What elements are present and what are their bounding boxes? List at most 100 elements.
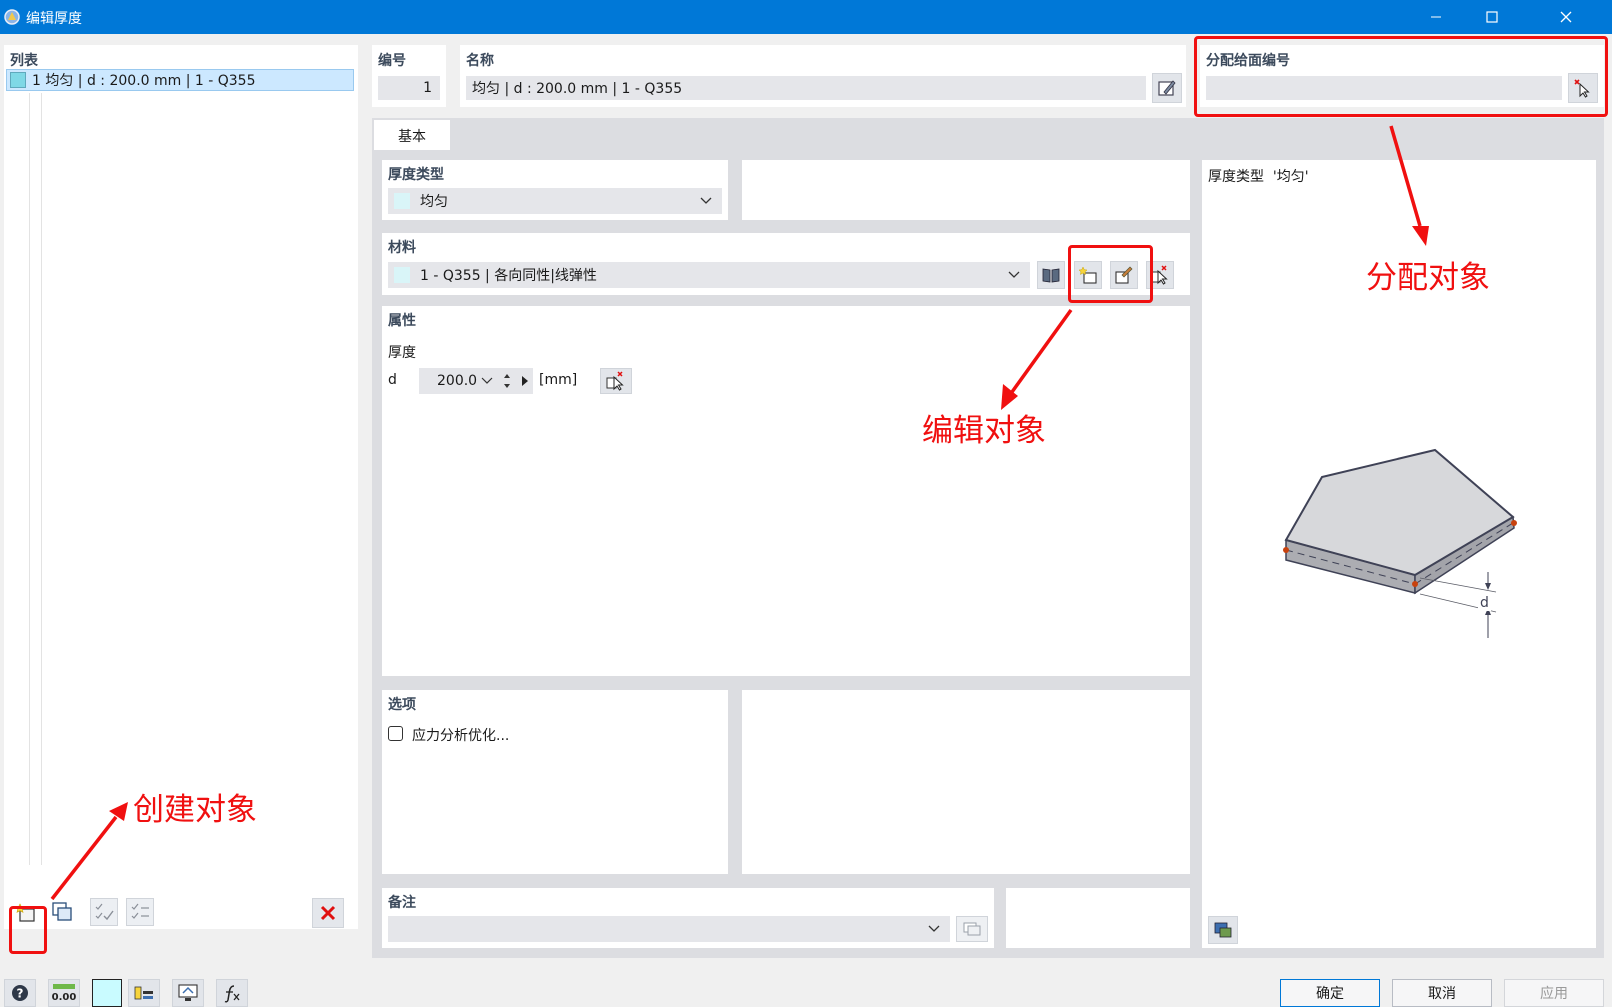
stress-optimization-checkbox[interactable]: [388, 726, 403, 741]
thickness-type-panel: 厚度类型 均匀: [382, 160, 728, 220]
edit-annotation: 编辑对象: [922, 413, 1046, 449]
close-button[interactable]: [1538, 0, 1594, 34]
thickness-input[interactable]: 200.0: [419, 368, 533, 394]
delete-icon: [320, 905, 336, 921]
edit-highlight-box: [1068, 245, 1153, 303]
options-panel: 选项 应力分析优化...: [382, 690, 728, 874]
options-blank-panel: [742, 690, 1190, 874]
thickness-color-icon: [10, 72, 26, 88]
copy-icon: [52, 902, 72, 921]
decimal-format-text: 0.00: [52, 992, 77, 1003]
comment-select[interactable]: [388, 916, 950, 942]
properties-label: 属性: [388, 313, 416, 329]
function-icon: [224, 985, 240, 1003]
assign-annotation: 分配对象: [1366, 260, 1490, 296]
maximize-button[interactable]: [1464, 0, 1520, 34]
maximize-icon: [1486, 11, 1498, 23]
help-button[interactable]: ?: [4, 979, 36, 1007]
name-field[interactable]: 均匀 | d : 200.0 mm | 1 - Q355: [466, 76, 1146, 100]
number-value: 1: [423, 80, 432, 96]
edit-name-icon: [1158, 80, 1176, 96]
assign-highlight-box: [1194, 36, 1608, 117]
color-swatch-button[interactable]: [92, 979, 122, 1007]
name-label: 名称: [466, 53, 494, 69]
comment-panel: 备注: [382, 888, 994, 948]
thickness-pick-button[interactable]: [600, 368, 632, 394]
help-icon: ?: [12, 985, 28, 1001]
tree-guide-line: [41, 93, 42, 865]
tab-bar: [372, 118, 1604, 150]
stress-optimization-label: 应力分析优化...: [412, 728, 510, 744]
structure-info-icon: [134, 986, 153, 1000]
pick-cursor-icon: [606, 371, 624, 391]
pick-cursor-icon: [1150, 265, 1168, 285]
spinner-icon[interactable]: [503, 371, 511, 391]
list-item-label: 1 均匀 | d : 200.0 mm | 1 - Q355: [32, 73, 256, 89]
material-color-icon: [394, 267, 410, 283]
apply-label: 应用: [1540, 986, 1568, 1002]
edit-name-button[interactable]: [1152, 73, 1182, 103]
checklist-icon: [95, 903, 114, 921]
thickness-label: 厚度: [388, 345, 416, 361]
title-bar: 编辑厚度: [0, 0, 1612, 34]
app-icon: [4, 9, 20, 25]
material-select[interactable]: 1 - Q355 | 各向同性|线弹性: [388, 262, 1030, 288]
structure-info-button[interactable]: [128, 979, 160, 1007]
display-settings-icon: [1214, 922, 1232, 938]
formula-button[interactable]: [216, 979, 248, 1007]
thickness-symbol: d: [388, 372, 397, 388]
preview-options-button[interactable]: [1208, 916, 1238, 944]
chevron-down-icon: [481, 377, 493, 384]
thickness-type-label: 厚度类型: [388, 167, 444, 183]
minimize-button[interactable]: [1408, 0, 1464, 34]
apply-button[interactable]: 应用: [1504, 979, 1604, 1007]
copy-object-button[interactable]: [48, 898, 76, 926]
tree-guide-line: [29, 93, 30, 865]
list-item[interactable]: 1 均匀 | d : 200.0 mm | 1 - Q355: [6, 69, 354, 91]
options-label: 选项: [388, 697, 416, 713]
svg-text:?: ?: [17, 987, 24, 1001]
thickness-type-color-icon: [394, 193, 410, 209]
ok-button[interactable]: 确定: [1280, 979, 1380, 1007]
view-button[interactable]: [172, 979, 204, 1007]
material-value: 1 - Q355 | 各向同性|线弹性: [420, 268, 597, 284]
comment-blank-panel: [1006, 888, 1190, 948]
uncheck-button[interactable]: [126, 898, 154, 926]
name-value: 均匀 | d : 200.0 mm | 1 - Q355: [472, 81, 683, 97]
thickness-type-blank-panel: [742, 160, 1190, 220]
create-annotation: 创建对象: [133, 792, 257, 828]
thickness-value: 200.0: [437, 373, 478, 389]
check-all-button[interactable]: [90, 898, 118, 926]
chevron-down-icon: [1008, 271, 1020, 278]
minimize-icon: [1431, 16, 1441, 18]
number-field[interactable]: 1: [378, 76, 440, 100]
thickness-unit: [mm]: [539, 372, 578, 388]
comment-library-button[interactable]: [956, 916, 988, 942]
monitor-icon: [178, 984, 198, 1001]
decimal-places-button[interactable]: 0.00: [48, 979, 80, 1007]
thickness-type-value: 均匀: [420, 194, 448, 210]
tab-basic-label: 基本: [398, 129, 426, 145]
number-label: 编号: [378, 53, 406, 69]
cancel-button[interactable]: 取消: [1392, 979, 1492, 1007]
name-panel: 名称 均匀 | d : 200.0 mm | 1 - Q355: [460, 45, 1186, 107]
library-book-icon: [1042, 268, 1060, 283]
properties-panel: 属性 厚度 d 200.0 [mm]: [382, 306, 1190, 676]
tab-basic[interactable]: 基本: [374, 120, 450, 152]
ok-label: 确定: [1316, 986, 1344, 1002]
list-header: 列表: [10, 53, 38, 69]
delete-button[interactable]: [312, 898, 344, 928]
copy-icon: [963, 922, 981, 936]
cancel-label: 取消: [1428, 986, 1456, 1002]
thickness-type-select[interactable]: 均匀: [388, 188, 722, 214]
chevron-down-icon: [928, 925, 940, 932]
material-label: 材料: [388, 240, 416, 256]
create-highlight-box: [9, 906, 47, 954]
window-title: 编辑厚度: [26, 11, 82, 27]
comment-label: 备注: [388, 895, 416, 911]
chevron-down-icon: [700, 197, 712, 204]
material-library-button[interactable]: [1037, 261, 1065, 289]
close-icon: [1560, 11, 1572, 23]
play-arrow-icon[interactable]: [521, 376, 529, 386]
uncheck-list-icon: [131, 903, 149, 919]
